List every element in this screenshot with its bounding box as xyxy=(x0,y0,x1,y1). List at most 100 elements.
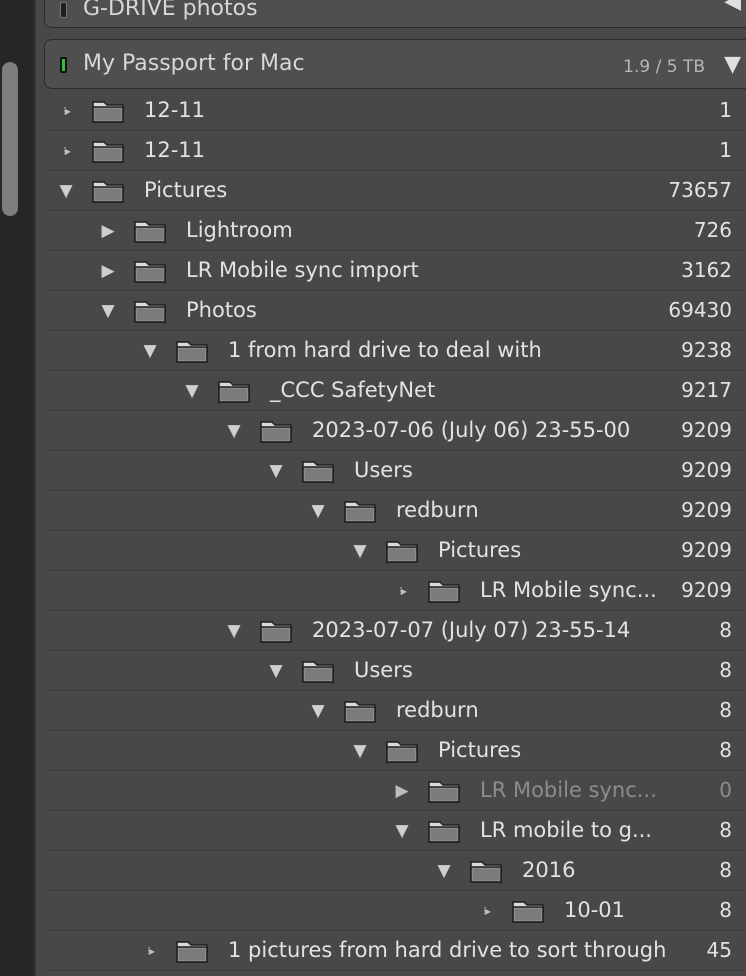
disclosure-expanded-icon[interactable]: ▼ xyxy=(56,181,76,201)
folder-row[interactable]: ⁝▸ LR Mobile sync... 9209 xyxy=(46,571,746,611)
volume-header-g-drive[interactable]: G-DRIVE photos ◀ xyxy=(44,0,746,28)
folder-icon xyxy=(428,581,460,603)
folder-icon xyxy=(428,821,460,843)
folder-row[interactable]: ▼ Users 8 xyxy=(46,651,746,691)
photo-count: 69430 xyxy=(668,298,732,322)
no-subfolders-icon: ⁝▸ xyxy=(63,144,71,158)
volume-capacity: 1.9 / 5 TB xyxy=(623,57,705,77)
disclosure-expanded-icon[interactable]: ▼ xyxy=(434,861,454,881)
scrollbar-thumb[interactable] xyxy=(2,62,18,216)
disclosure-expanded-icon[interactable]: ▼ xyxy=(98,301,118,321)
photo-count: 9238 xyxy=(681,338,732,362)
volume-name: G-DRIVE photos xyxy=(83,0,258,21)
folder-row[interactable]: ▼ LR mobile to g... 8 xyxy=(46,811,746,851)
folder-row[interactable]: ⁝▸ 12-11 1 xyxy=(46,91,746,131)
folder-row[interactable]: ⁝▸ 1 pictures from hard drive to sort thr… xyxy=(46,931,746,971)
folder-name: _CCC SafetyNet xyxy=(270,378,436,402)
folder-icon xyxy=(386,541,418,563)
folder-icon xyxy=(218,381,250,403)
folder-icon xyxy=(92,181,124,203)
photo-count: 9209 xyxy=(681,418,732,442)
folder-row[interactable]: ▼ Users 9209 xyxy=(46,451,746,491)
folder-name: 1 from hard drive to deal with xyxy=(228,338,542,362)
folder-icon xyxy=(302,461,334,483)
disclosure-expanded-icon[interactable]: ▼ xyxy=(308,701,328,721)
photo-count: 3162 xyxy=(681,258,732,282)
disclosure-expanded-icon[interactable]: ▼ xyxy=(392,821,412,841)
folder-name: 2023-07-07 (July 07) 23-55-14 xyxy=(312,618,631,642)
folder-name: 2023-07-06 (July 06) 23-55-00 xyxy=(312,418,631,442)
photo-count: 8 xyxy=(719,618,732,642)
folder-name: 10-01 xyxy=(564,898,626,922)
no-subfolders-icon: ⁝▸ xyxy=(63,104,71,118)
folder-name: Users xyxy=(354,658,413,682)
folder-name: Users xyxy=(354,458,413,482)
folder-name: redburn xyxy=(396,498,479,522)
photo-count: 8 xyxy=(719,818,732,842)
disclosure-expanded-icon[interactable]: ▼ xyxy=(266,461,286,481)
volume-expand-icon[interactable]: ▼ xyxy=(724,52,741,77)
folder-name: 1 pictures from hard drive to sort throu… xyxy=(228,938,667,962)
photo-count: 73657 xyxy=(668,178,732,202)
folder-row[interactable]: ▼ Pictures 73657 xyxy=(46,171,746,211)
folder-name: Pictures xyxy=(144,178,228,202)
folder-row[interactable]: ⁝▸ 12-11 1 xyxy=(46,131,746,171)
folder-name: Photos xyxy=(186,298,257,322)
photo-count: 8 xyxy=(719,858,732,882)
no-subfolders-icon: ⁝▸ xyxy=(399,584,407,598)
folder-row[interactable]: ▼ Pictures 9209 xyxy=(46,531,746,571)
folder-name: LR mobile to g... xyxy=(480,818,652,842)
disclosure-expanded-icon[interactable]: ▼ xyxy=(350,741,370,761)
photo-count: 8 xyxy=(719,898,732,922)
folder-icon xyxy=(344,701,376,723)
folder-icon xyxy=(470,861,502,883)
volume-collapse-icon[interactable]: ◀ xyxy=(724,0,741,14)
folder-row[interactable]: ▶ Lightroom 726 xyxy=(46,211,746,251)
disclosure-expanded-icon[interactable]: ▼ xyxy=(308,501,328,521)
folder-row[interactable]: ▼ Photos 69430 xyxy=(46,291,746,331)
folder-row[interactable]: ⁝▸ 10-01 8 xyxy=(46,891,746,931)
folder-row[interactable]: ▼ redburn 9209 xyxy=(46,491,746,531)
no-subfolders-icon: ⁝▸ xyxy=(483,904,491,918)
folder-row[interactable]: ▶ LR Mobile sync... 0 xyxy=(46,771,746,811)
disclosure-collapsed-icon[interactable]: ▶ xyxy=(98,261,118,281)
folder-icon xyxy=(512,901,544,923)
no-subfolders-icon: ⁝▸ xyxy=(147,944,155,958)
volume-indicator-icon xyxy=(60,2,67,18)
volume-header-my-passport[interactable]: My Passport for Mac 1.9 / 5 TB ▼ xyxy=(44,39,746,89)
disclosure-expanded-icon[interactable]: ▼ xyxy=(140,341,160,361)
photo-count: 45 xyxy=(706,938,732,962)
photo-count: 9209 xyxy=(681,578,732,602)
folder-row[interactable]: ▼ 2023-07-06 (July 06) 23-55-00 9209 xyxy=(46,411,746,451)
folder-name: 2016 xyxy=(522,858,576,882)
disclosure-collapsed-icon[interactable]: ▶ xyxy=(392,781,412,801)
disclosure-expanded-icon[interactable]: ▼ xyxy=(182,381,202,401)
folder-name: LR Mobile sync import xyxy=(186,258,419,282)
photo-count: 9217 xyxy=(681,378,732,402)
folder-row[interactable]: ▶ LR Mobile sync import 3162 xyxy=(46,251,746,291)
folder-icon xyxy=(428,781,460,803)
disclosure-collapsed-icon[interactable]: ▶ xyxy=(98,221,118,241)
folder-row[interactable]: ▼ redburn 8 xyxy=(46,691,746,731)
photo-count: 8 xyxy=(719,658,732,682)
folder-row[interactable]: ▼ 2023-07-07 (July 07) 23-55-14 8 xyxy=(46,611,746,651)
photo-count: 0 xyxy=(719,778,732,802)
folder-row[interactable]: ▼ 2016 8 xyxy=(46,851,746,891)
folder-icon xyxy=(92,101,124,123)
folder-name: 12-11 xyxy=(144,138,206,162)
folder-row[interactable]: ▼ _CCC SafetyNet 9217 xyxy=(46,371,746,411)
disclosure-expanded-icon[interactable]: ▼ xyxy=(266,661,286,681)
photo-count: 9209 xyxy=(681,538,732,562)
photo-count: 8 xyxy=(719,738,732,762)
folder-icon xyxy=(134,261,166,283)
folder-name: redburn xyxy=(396,698,479,722)
disclosure-expanded-icon[interactable]: ▼ xyxy=(224,621,244,641)
disclosure-expanded-icon[interactable]: ▼ xyxy=(350,541,370,561)
folder-name: Lightroom xyxy=(186,218,293,242)
disclosure-expanded-icon[interactable]: ▼ xyxy=(224,421,244,441)
folder-row[interactable]: ▼ Pictures 8 xyxy=(46,731,746,771)
folder-row[interactable]: ▼ 1 from hard drive to deal with 9238 xyxy=(46,331,746,371)
photo-count: 8 xyxy=(719,698,732,722)
folder-icon xyxy=(302,661,334,683)
folder-icon xyxy=(134,221,166,243)
